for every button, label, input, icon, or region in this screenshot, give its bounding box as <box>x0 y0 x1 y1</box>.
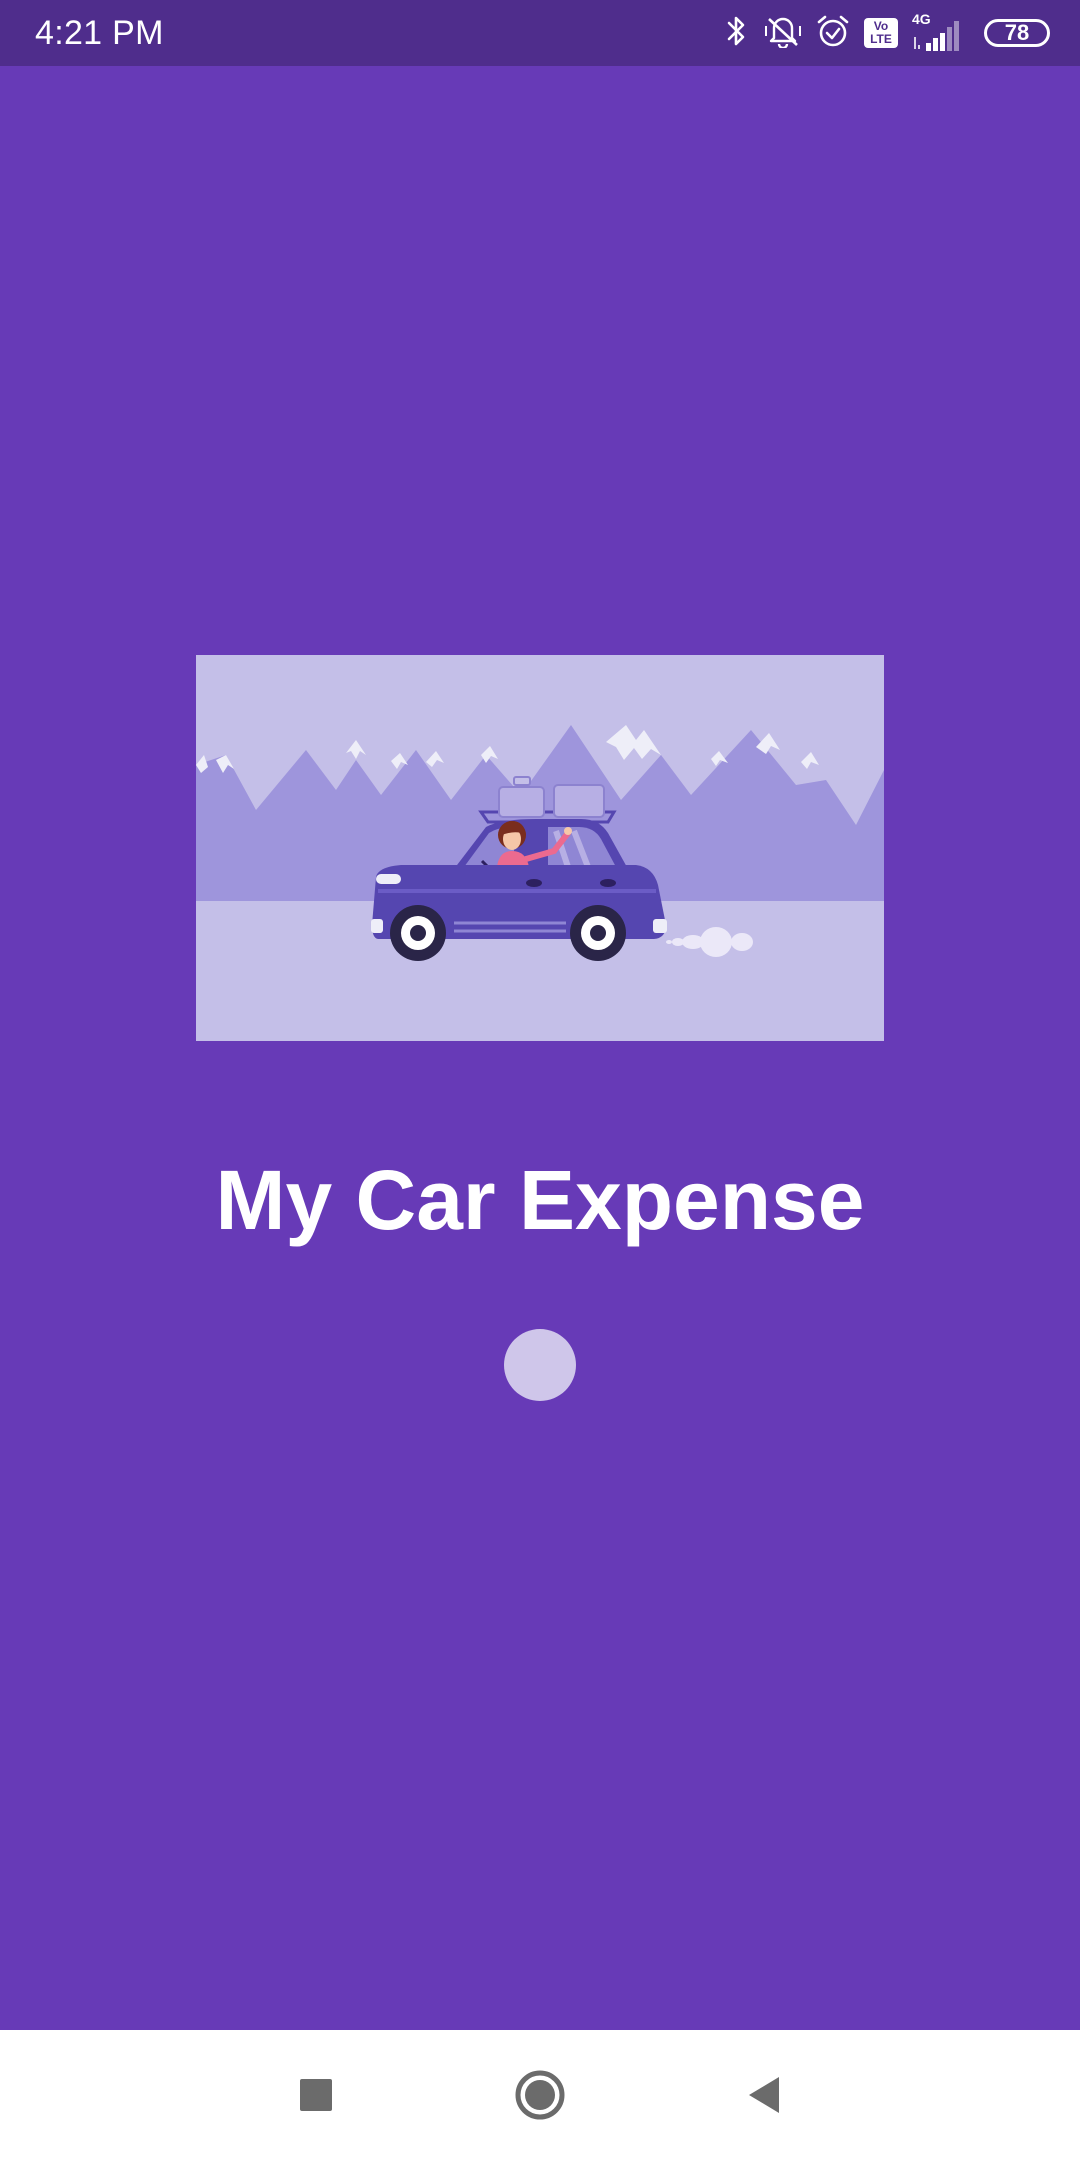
alarm-icon <box>816 14 850 53</box>
signal-icon: 4G <box>912 11 970 53</box>
volte-icon: Vo LTE <box>864 18 898 48</box>
status-bar: 4:21 PM Vo LTE 4G 78 <box>0 0 1080 66</box>
square-icon <box>300 2079 332 2111</box>
battery-icon: 78 <box>984 19 1050 47</box>
loading-indicator <box>504 1329 576 1401</box>
navigation-bar <box>0 2030 1080 2160</box>
status-icons: Vo LTE 4G 78 <box>724 11 1050 54</box>
home-button[interactable] <box>510 2065 570 2125</box>
status-time: 4:21 PM <box>35 14 164 52</box>
circle-icon <box>515 2070 565 2120</box>
app-title: My Car Expense <box>215 1153 865 1247</box>
vibrate-icon <box>764 14 802 53</box>
back-triangle-icon <box>749 2077 779 2113</box>
back-button[interactable] <box>734 2065 794 2125</box>
battery-level: 78 <box>1004 20 1030 45</box>
volte-label-bottom: LTE <box>870 32 892 46</box>
recent-apps-button[interactable] <box>286 2065 346 2125</box>
car-travel-illustration <box>196 655 884 1041</box>
bluetooth-icon <box>724 14 750 53</box>
